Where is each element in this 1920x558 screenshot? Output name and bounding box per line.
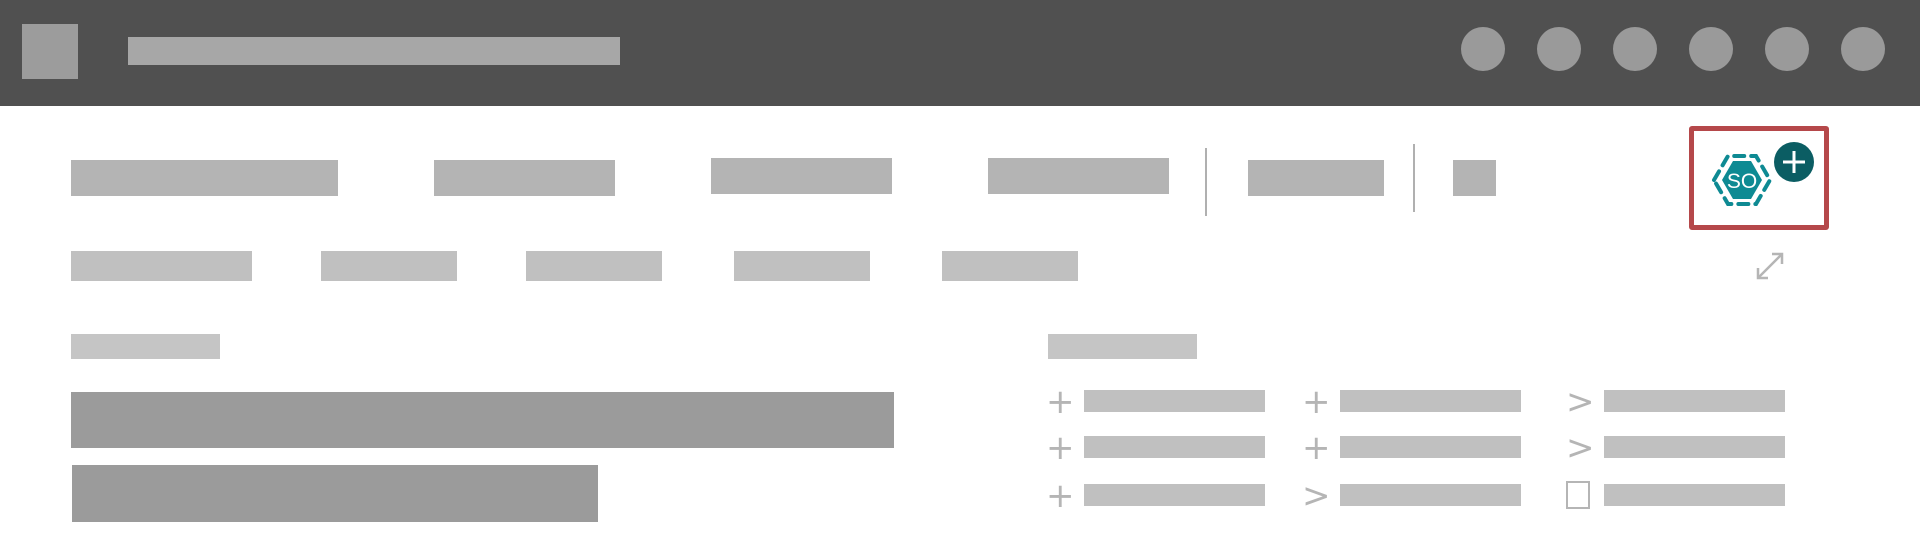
ribbon-tab-5[interactable] — [1248, 160, 1384, 196]
subtab-3[interactable] — [526, 251, 662, 281]
header-circle-icon-3[interactable] — [1613, 27, 1657, 71]
plus-icon-2[interactable]: + — [1302, 385, 1331, 419]
subtab-4[interactable] — [734, 251, 870, 281]
chevron-right-icon-3[interactable]: > — [1302, 479, 1331, 513]
grid-item-9[interactable] — [1604, 484, 1785, 506]
grid-item-7[interactable] — [1084, 484, 1265, 506]
header-circle-icon-6[interactable] — [1841, 27, 1885, 71]
ribbon-divider-1 — [1205, 148, 1207, 216]
hexagon-label: SO — [1727, 170, 1757, 193]
hexagon-add-icon[interactable]: SO — [1706, 138, 1818, 222]
grid-item-2[interactable] — [1340, 390, 1521, 412]
grid-item-1[interactable] — [1084, 390, 1265, 412]
content-block-1 — [71, 392, 894, 448]
header-circle-icon-4[interactable] — [1689, 27, 1733, 71]
section-heading-right — [1048, 334, 1197, 359]
subtab-5[interactable] — [942, 251, 1078, 281]
plus-icon-4[interactable]: + — [1302, 431, 1331, 465]
subtab-2[interactable] — [321, 251, 457, 281]
header-circle-icon-2[interactable] — [1537, 27, 1581, 71]
plus-icon-3[interactable]: + — [1046, 431, 1075, 465]
expand-icon[interactable] — [1752, 248, 1788, 284]
header-circle-icon-1[interactable] — [1461, 27, 1505, 71]
ribbon-tab-1[interactable] — [71, 160, 338, 196]
grid-item-6[interactable] — [1604, 436, 1785, 458]
content-block-2 — [72, 465, 598, 522]
plus-icon-5[interactable]: + — [1046, 479, 1075, 513]
grid-item-8[interactable] — [1340, 484, 1521, 506]
ribbon-tab-2[interactable] — [434, 160, 615, 196]
ribbon-tab-3[interactable] — [711, 158, 892, 194]
checkbox-icon[interactable] — [1566, 481, 1590, 509]
section-heading-left — [71, 334, 220, 359]
ribbon-divider-2 — [1413, 144, 1415, 212]
ribbon-tab-6[interactable] — [1453, 160, 1496, 196]
grid-item-3[interactable] — [1604, 390, 1785, 412]
ribbon-tab-4[interactable] — [988, 158, 1169, 194]
title-placeholder — [128, 37, 620, 65]
grid-item-4[interactable] — [1084, 436, 1265, 458]
chevron-right-icon-2[interactable]: > — [1566, 431, 1595, 465]
plus-icon-1[interactable]: + — [1046, 385, 1075, 419]
subtab-1[interactable] — [71, 251, 252, 281]
header-circle-icon-5[interactable] — [1765, 27, 1809, 71]
chevron-right-icon-1[interactable]: > — [1566, 385, 1595, 419]
app-logo[interactable] — [22, 24, 78, 79]
grid-item-5[interactable] — [1340, 436, 1521, 458]
